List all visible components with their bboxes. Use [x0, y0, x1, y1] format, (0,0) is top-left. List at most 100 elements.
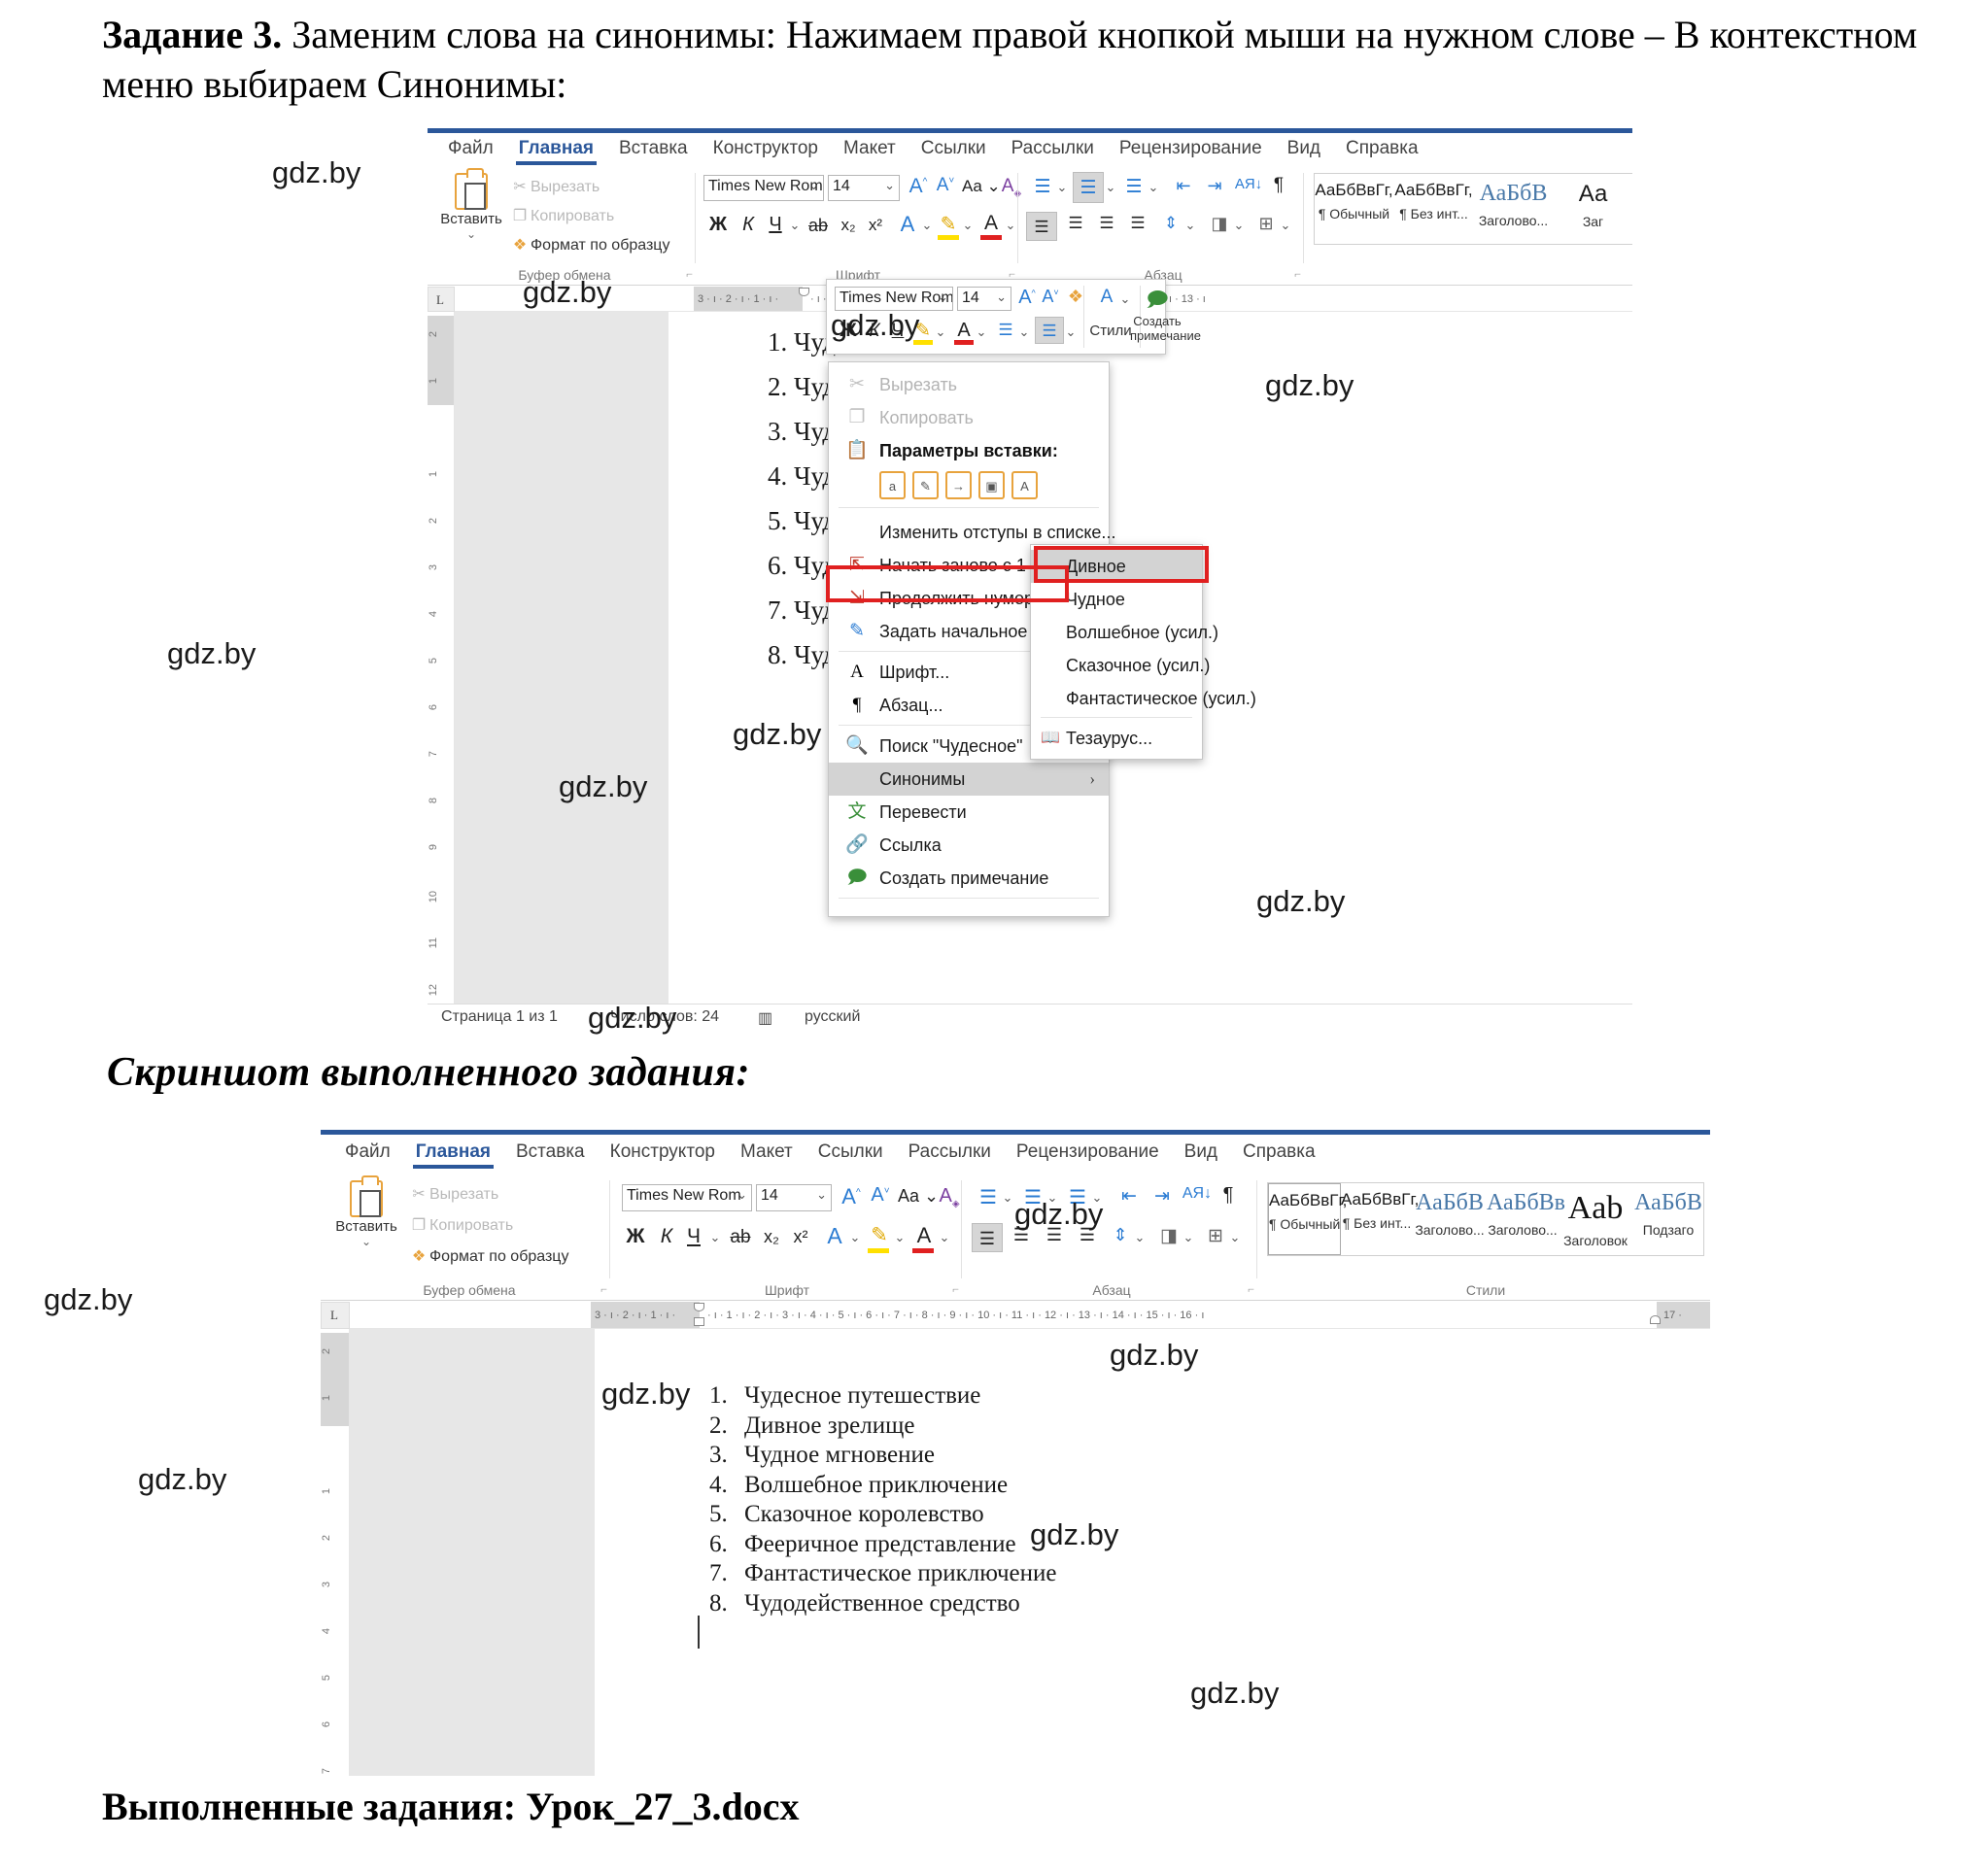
mini-format-toolbar[interactable]: ⌄ Times New Rom. ⌄ 14 A^ A˅ ❖ A ⌄ Ж К Ч …	[826, 279, 1201, 355]
chevron-down-icon[interactable]: ⌄	[1228, 1230, 1242, 1245]
ribbon2-tab-5[interactable]: Ссылки	[805, 1138, 896, 1169]
chevron-down-icon[interactable]: ⌄	[1055, 180, 1069, 195]
chevron-down-icon[interactable]: ⌄	[934, 324, 947, 340]
list-item[interactable]: 1. Чудесное путешествие	[709, 1382, 980, 1410]
strikethrough-button-2[interactable]: ab	[727, 1227, 754, 1248]
ribbon2-tab-1[interactable]: Главная	[403, 1138, 503, 1169]
chevron-down-icon[interactable]: ⌄	[847, 1230, 863, 1245]
styles1-style-item-0[interactable]: АаБбВвГг, ¶ Обычный	[1315, 174, 1394, 244]
numbering-button-2[interactable]: ☰	[1020, 1185, 1045, 1209]
paragraph-dialog-launcher-1[interactable]: ⌐	[1294, 267, 1301, 282]
highlight-button-1[interactable]: ✎	[937, 212, 960, 236]
ribbon1-tab-3[interactable]: Конструктор	[701, 134, 831, 165]
ribbon2-tab-8[interactable]: Вид	[1172, 1138, 1230, 1169]
chevron-down-icon[interactable]: ⌄	[1279, 218, 1292, 233]
mini-styles-brush-icon[interactable]: A	[1095, 287, 1118, 308]
paste-option-icon-1[interactable]: ✎	[912, 471, 939, 499]
chevron-down-icon[interactable]: ⌄	[1064, 324, 1078, 340]
decrease-indent-button-2[interactable]: ⇤	[1115, 1185, 1143, 1208]
shrink-font-button-1[interactable]: A˅	[933, 175, 958, 196]
multilevel-list-button-2[interactable]: ☰	[1065, 1185, 1090, 1209]
subscript-button-1[interactable]: x₂	[836, 216, 861, 235]
ribbon2-tab-4[interactable]: Макет	[728, 1138, 805, 1169]
chevron-down-icon[interactable]: ⌄	[439, 227, 503, 241]
styles-gallery-1[interactable]: АаБбВвГг, ¶ Обычный АаБбВвГг, ¶ Без инт... А…	[1314, 173, 1632, 245]
italic-button-1[interactable]: К	[737, 214, 760, 236]
chevron-down-icon[interactable]: ⌄	[1045, 1190, 1059, 1206]
shrink-font-button-2[interactable]: A˅	[867, 1184, 894, 1207]
underline-button-2[interactable]: Ч	[682, 1225, 705, 1248]
ribbon1-tab-2[interactable]: Вставка	[606, 134, 701, 165]
clear-formatting-icon-1[interactable]: A◈	[999, 176, 1024, 199]
mini-shrink-font-button[interactable]: A˅	[1039, 287, 1062, 307]
paragraph-dialog-launcher-2[interactable]: ⌐	[1248, 1282, 1254, 1297]
ribbon1-tab-6[interactable]: Рассылки	[999, 134, 1107, 165]
font-dialog-launcher-2[interactable]: ⌐	[952, 1282, 959, 1297]
list-item[interactable]: 2. Дивное зрелище	[709, 1413, 914, 1440]
list-item[interactable]: 8. Чудодейственное средство	[709, 1590, 1020, 1617]
styles1-style-item-3[interactable]: Аа Заг	[1554, 174, 1632, 244]
clear-formatting-icon-2[interactable]: A◈	[937, 1185, 962, 1209]
format-painter-button-2[interactable]: ❖ Формат по образцу	[408, 1246, 569, 1266]
italic-button-2[interactable]: К	[655, 1225, 678, 1248]
superscript-button-2[interactable]: x²	[787, 1227, 814, 1247]
synonym-item-0[interactable]: Дивное	[1031, 550, 1202, 583]
change-case-button-1[interactable]: Aa ⌄	[962, 177, 1001, 196]
styles2-style-item-5[interactable]: АаБбВ Подзаго	[1632, 1183, 1703, 1255]
mini-bold-button[interactable]: Ж	[837, 321, 860, 342]
paste-button-1[interactable]: Вставить ⌄	[439, 168, 503, 241]
increase-indent-button-1[interactable]: ⇥	[1201, 176, 1228, 196]
synonym-item-2[interactable]: Волшебное (усил.)	[1031, 616, 1218, 649]
styles2-style-item-0[interactable]: АаБбВвГг, ¶ Обычный	[1268, 1183, 1347, 1255]
borders-button-1[interactable]: ⊞	[1253, 214, 1279, 234]
chevron-down-icon[interactable]: ⌄	[1118, 291, 1132, 307]
list-item[interactable]: 3. Чудное мгновение	[709, 1442, 935, 1469]
status-page-1[interactable]: Страница 1 из 1	[441, 1008, 558, 1026]
change-case-button-2[interactable]: Aa ⌄	[898, 1186, 939, 1207]
ribbon1-tab-7[interactable]: Рецензирование	[1107, 134, 1275, 165]
paste-option-icon-0[interactable]: a	[879, 471, 906, 499]
chevron-down-icon[interactable]: ⌄	[1017, 324, 1031, 340]
left-indent-marker-2[interactable]	[694, 1317, 704, 1326]
show-formatting-marks-button-1[interactable]: ¶	[1267, 175, 1290, 196]
increase-indent-button-2[interactable]: ⇥	[1148, 1185, 1176, 1208]
paste-option-icon-2[interactable]: →	[945, 471, 972, 499]
highlight-button-2[interactable]: ✎	[867, 1223, 892, 1247]
list-item[interactable]: 6. Фееричное представление	[709, 1531, 1016, 1558]
mini-bullets-button[interactable]: ☰	[994, 321, 1017, 340]
ribbon2-tab-2[interactable]: Вставка	[503, 1138, 598, 1169]
context-menu-item-11[interactable]: Синонимы ›	[829, 763, 1109, 796]
mini-font-size-combo[interactable]: ⌄ 14	[957, 287, 1011, 311]
mini-highlight-icon[interactable]: ✎	[912, 320, 934, 342]
chevron-down-icon[interactable]: ⌄	[787, 218, 803, 233]
mini-new-comment-label[interactable]: Создать примечание	[1130, 314, 1201, 344]
shading-button-2[interactable]: ◨	[1156, 1225, 1182, 1247]
chevron-down-icon[interactable]: ⌄	[892, 1230, 908, 1245]
chevron-down-icon[interactable]: ⌄	[1133, 1230, 1147, 1245]
justify-button-1[interactable]: ☰	[1123, 214, 1152, 233]
context-menu-item-12[interactable]: 文 Перевести	[829, 796, 1109, 829]
chevron-down-icon[interactable]: ⌄	[1090, 1190, 1104, 1206]
right-indent-marker-2[interactable]	[1650, 1315, 1661, 1324]
text-effects-button-1[interactable]: A	[896, 212, 919, 237]
align-center-button-2[interactable]: ☰	[1007, 1225, 1036, 1245]
sort-button-1[interactable]: AЯ↓	[1234, 176, 1263, 192]
clipboard-dialog-launcher-2[interactable]: ⌐	[600, 1282, 607, 1297]
mini-grow-font-button[interactable]: A^	[1015, 287, 1039, 309]
styles1-style-item-1[interactable]: АаБбВвГг, ¶ Без инт...	[1394, 174, 1474, 244]
styles-gallery-2[interactable]: АаБбВвГг, ¶ Обычный АаБбВвГг, ¶ Без инт... А…	[1267, 1182, 1704, 1256]
context-menu-item-13[interactable]: 🔗 Ссылка	[829, 829, 1109, 862]
show-formatting-marks-button-2[interactable]: ¶	[1217, 1184, 1240, 1207]
styles2-style-item-3[interactable]: АаБбВв Заголово...	[1487, 1183, 1565, 1255]
chevron-down-icon[interactable]: ⌄	[334, 1235, 398, 1248]
list-item[interactable]: 4. Волшебное приключение	[709, 1472, 1008, 1499]
font-size-combo-2[interactable]: ⌄ 14	[756, 1184, 832, 1211]
synonym-item-4[interactable]: Фантастическое (усил.)	[1031, 682, 1256, 715]
text-effects-button-2[interactable]: A	[822, 1223, 847, 1249]
status-words-1[interactable]: Число слов: 24	[610, 1008, 719, 1026]
ribbon1-tab-9[interactable]: Справка	[1333, 134, 1431, 165]
status-language-1[interactable]: русский	[805, 1008, 860, 1026]
ribbon-tabs-1[interactable]: Файл Главная Вставка Конструктор Макет Ссылки…	[435, 134, 1632, 167]
numbering-button-1[interactable]: ☰	[1073, 172, 1104, 203]
ribbon1-tab-8[interactable]: Вид	[1275, 134, 1333, 165]
